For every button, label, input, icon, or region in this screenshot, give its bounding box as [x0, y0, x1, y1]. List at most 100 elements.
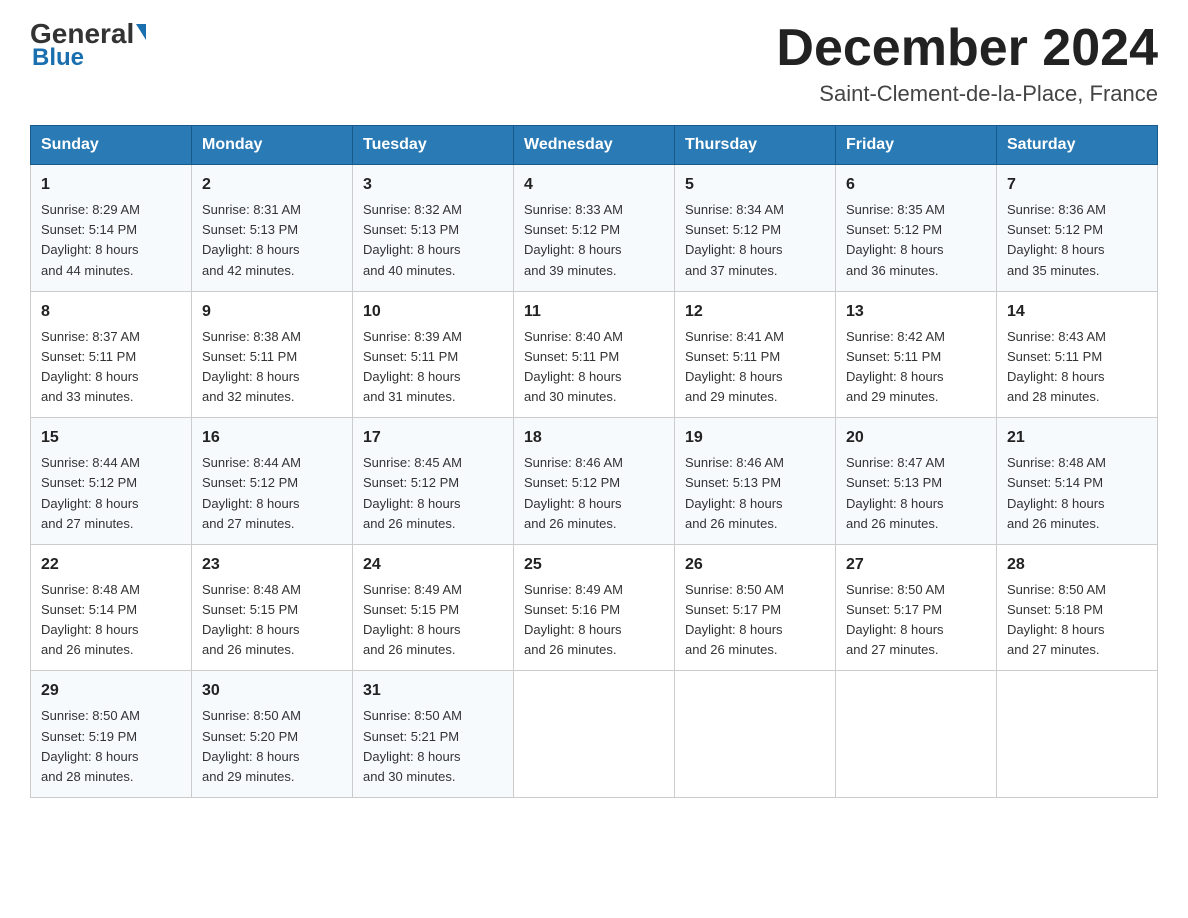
table-row: 16 Sunrise: 8:44 AMSunset: 5:12 PMDaylig… [192, 418, 353, 545]
day-info: Sunrise: 8:36 AMSunset: 5:12 PMDaylight:… [1007, 202, 1106, 277]
day-number: 12 [685, 300, 825, 324]
calendar-week-row: 29 Sunrise: 8:50 AMSunset: 5:19 PMDaylig… [31, 671, 1158, 798]
day-number: 11 [524, 300, 664, 324]
day-number: 1 [41, 173, 181, 197]
header-friday: Friday [836, 126, 997, 165]
day-number: 3 [363, 173, 503, 197]
day-info: Sunrise: 8:44 AMSunset: 5:12 PMDaylight:… [41, 455, 140, 530]
day-info: Sunrise: 8:31 AMSunset: 5:13 PMDaylight:… [202, 202, 301, 277]
table-row: 2 Sunrise: 8:31 AMSunset: 5:13 PMDayligh… [192, 165, 353, 292]
day-info: Sunrise: 8:50 AMSunset: 5:19 PMDaylight:… [41, 708, 140, 783]
day-number: 6 [846, 173, 986, 197]
header-sunday: Sunday [31, 126, 192, 165]
table-row [836, 671, 997, 798]
table-row: 29 Sunrise: 8:50 AMSunset: 5:19 PMDaylig… [31, 671, 192, 798]
day-info: Sunrise: 8:44 AMSunset: 5:12 PMDaylight:… [202, 455, 301, 530]
day-info: Sunrise: 8:49 AMSunset: 5:15 PMDaylight:… [363, 582, 462, 657]
location-title: Saint-Clement-de-la-Place, France [776, 81, 1158, 107]
day-number: 9 [202, 300, 342, 324]
day-number: 7 [1007, 173, 1147, 197]
table-row: 5 Sunrise: 8:34 AMSunset: 5:12 PMDayligh… [675, 165, 836, 292]
day-info: Sunrise: 8:50 AMSunset: 5:17 PMDaylight:… [685, 582, 784, 657]
day-info: Sunrise: 8:50 AMSunset: 5:18 PMDaylight:… [1007, 582, 1106, 657]
day-info: Sunrise: 8:42 AMSunset: 5:11 PMDaylight:… [846, 329, 945, 404]
table-row: 14 Sunrise: 8:43 AMSunset: 5:11 PMDaylig… [997, 291, 1158, 418]
table-row: 20 Sunrise: 8:47 AMSunset: 5:13 PMDaylig… [836, 418, 997, 545]
table-row: 19 Sunrise: 8:46 AMSunset: 5:13 PMDaylig… [675, 418, 836, 545]
day-info: Sunrise: 8:50 AMSunset: 5:21 PMDaylight:… [363, 708, 462, 783]
table-row: 17 Sunrise: 8:45 AMSunset: 5:12 PMDaylig… [353, 418, 514, 545]
table-row: 13 Sunrise: 8:42 AMSunset: 5:11 PMDaylig… [836, 291, 997, 418]
day-number: 4 [524, 173, 664, 197]
header-wednesday: Wednesday [514, 126, 675, 165]
day-number: 30 [202, 679, 342, 703]
day-number: 31 [363, 679, 503, 703]
day-number: 20 [846, 426, 986, 450]
day-number: 25 [524, 553, 664, 577]
day-info: Sunrise: 8:41 AMSunset: 5:11 PMDaylight:… [685, 329, 784, 404]
header-tuesday: Tuesday [353, 126, 514, 165]
day-number: 13 [846, 300, 986, 324]
day-number: 10 [363, 300, 503, 324]
header-thursday: Thursday [675, 126, 836, 165]
table-row: 3 Sunrise: 8:32 AMSunset: 5:13 PMDayligh… [353, 165, 514, 292]
table-row: 6 Sunrise: 8:35 AMSunset: 5:12 PMDayligh… [836, 165, 997, 292]
day-info: Sunrise: 8:50 AMSunset: 5:17 PMDaylight:… [846, 582, 945, 657]
day-number: 8 [41, 300, 181, 324]
day-number: 28 [1007, 553, 1147, 577]
table-row: 4 Sunrise: 8:33 AMSunset: 5:12 PMDayligh… [514, 165, 675, 292]
table-row: 12 Sunrise: 8:41 AMSunset: 5:11 PMDaylig… [675, 291, 836, 418]
month-title: December 2024 [776, 20, 1158, 77]
day-number: 14 [1007, 300, 1147, 324]
table-row [997, 671, 1158, 798]
day-info: Sunrise: 8:43 AMSunset: 5:11 PMDaylight:… [1007, 329, 1106, 404]
day-info: Sunrise: 8:29 AMSunset: 5:14 PMDaylight:… [41, 202, 140, 277]
day-info: Sunrise: 8:35 AMSunset: 5:12 PMDaylight:… [846, 202, 945, 277]
table-row [675, 671, 836, 798]
table-row: 8 Sunrise: 8:37 AMSunset: 5:11 PMDayligh… [31, 291, 192, 418]
day-info: Sunrise: 8:46 AMSunset: 5:12 PMDaylight:… [524, 455, 623, 530]
day-info: Sunrise: 8:46 AMSunset: 5:13 PMDaylight:… [685, 455, 784, 530]
calendar-week-row: 15 Sunrise: 8:44 AMSunset: 5:12 PMDaylig… [31, 418, 1158, 545]
day-number: 15 [41, 426, 181, 450]
day-number: 17 [363, 426, 503, 450]
calendar-week-row: 22 Sunrise: 8:48 AMSunset: 5:14 PMDaylig… [31, 544, 1158, 671]
logo: General Blue [30, 20, 146, 72]
day-info: Sunrise: 8:48 AMSunset: 5:14 PMDaylight:… [41, 582, 140, 657]
day-info: Sunrise: 8:39 AMSunset: 5:11 PMDaylight:… [363, 329, 462, 404]
day-info: Sunrise: 8:32 AMSunset: 5:13 PMDaylight:… [363, 202, 462, 277]
day-number: 24 [363, 553, 503, 577]
table-row: 9 Sunrise: 8:38 AMSunset: 5:11 PMDayligh… [192, 291, 353, 418]
day-info: Sunrise: 8:50 AMSunset: 5:20 PMDaylight:… [202, 708, 301, 783]
day-number: 2 [202, 173, 342, 197]
day-number: 26 [685, 553, 825, 577]
header-monday: Monday [192, 126, 353, 165]
table-row: 11 Sunrise: 8:40 AMSunset: 5:11 PMDaylig… [514, 291, 675, 418]
table-row: 28 Sunrise: 8:50 AMSunset: 5:18 PMDaylig… [997, 544, 1158, 671]
day-info: Sunrise: 8:37 AMSunset: 5:11 PMDaylight:… [41, 329, 140, 404]
day-info: Sunrise: 8:48 AMSunset: 5:14 PMDaylight:… [1007, 455, 1106, 530]
page-header: General Blue December 2024 Saint-Clement… [30, 20, 1158, 107]
day-info: Sunrise: 8:45 AMSunset: 5:12 PMDaylight:… [363, 455, 462, 530]
day-info: Sunrise: 8:33 AMSunset: 5:12 PMDaylight:… [524, 202, 623, 277]
table-row: 25 Sunrise: 8:49 AMSunset: 5:16 PMDaylig… [514, 544, 675, 671]
table-row: 21 Sunrise: 8:48 AMSunset: 5:14 PMDaylig… [997, 418, 1158, 545]
calendar-week-row: 8 Sunrise: 8:37 AMSunset: 5:11 PMDayligh… [31, 291, 1158, 418]
day-number: 21 [1007, 426, 1147, 450]
day-number: 16 [202, 426, 342, 450]
table-row: 30 Sunrise: 8:50 AMSunset: 5:20 PMDaylig… [192, 671, 353, 798]
table-row: 7 Sunrise: 8:36 AMSunset: 5:12 PMDayligh… [997, 165, 1158, 292]
table-row: 27 Sunrise: 8:50 AMSunset: 5:17 PMDaylig… [836, 544, 997, 671]
calendar-table: Sunday Monday Tuesday Wednesday Thursday… [30, 125, 1158, 798]
day-info: Sunrise: 8:40 AMSunset: 5:11 PMDaylight:… [524, 329, 623, 404]
header-saturday: Saturday [997, 126, 1158, 165]
day-number: 23 [202, 553, 342, 577]
calendar-header-row: Sunday Monday Tuesday Wednesday Thursday… [31, 126, 1158, 165]
day-number: 5 [685, 173, 825, 197]
table-row: 23 Sunrise: 8:48 AMSunset: 5:15 PMDaylig… [192, 544, 353, 671]
table-row: 1 Sunrise: 8:29 AMSunset: 5:14 PMDayligh… [31, 165, 192, 292]
day-number: 19 [685, 426, 825, 450]
table-row: 24 Sunrise: 8:49 AMSunset: 5:15 PMDaylig… [353, 544, 514, 671]
logo-blue: Blue [30, 44, 84, 72]
table-row [514, 671, 675, 798]
